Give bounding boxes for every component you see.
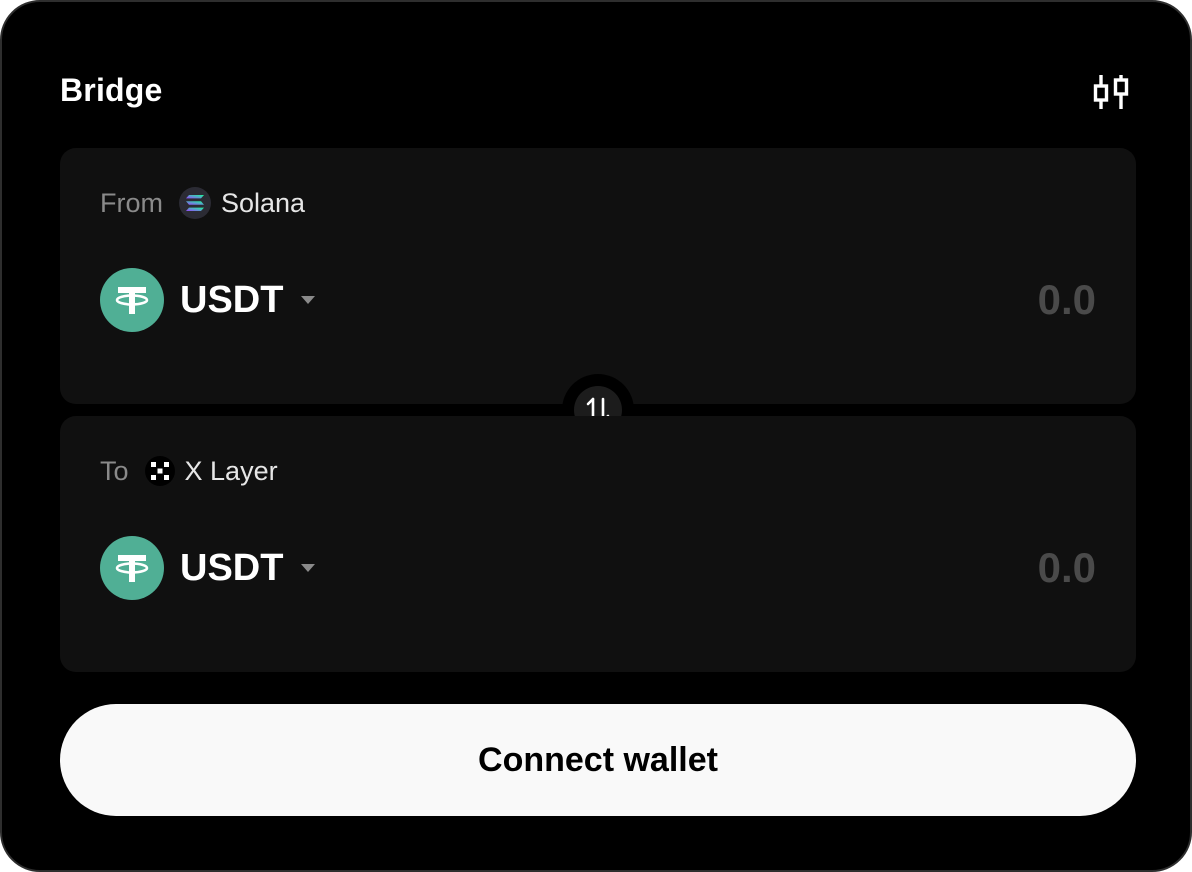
x-layer-icon: [144, 456, 175, 486]
to-amount-input[interactable]: [696, 542, 1096, 594]
connect-wallet-button[interactable]: Connect wallet: [60, 704, 1136, 816]
solana-icon: [179, 187, 211, 219]
to-label: To: [100, 455, 129, 486]
tether-icon: [100, 536, 164, 600]
tether-icon: [100, 268, 164, 332]
from-amount-input[interactable]: [696, 274, 1096, 326]
to-token-symbol: USDT: [180, 546, 284, 589]
from-token-selector[interactable]: USDT: [100, 268, 316, 332]
chevron-down-icon: [301, 296, 316, 304]
to-network-name: X Layer: [184, 455, 278, 486]
from-token-symbol: USDT: [180, 278, 284, 321]
page-title: Bridge: [60, 72, 163, 108]
from-label: From: [100, 187, 163, 218]
to-panel: To X Layer USDT 0.0: [60, 416, 1136, 672]
from-network-name: Solana: [221, 187, 306, 218]
from-panel: From Solana USDT 0.0: [60, 148, 1136, 404]
to-network-row: To X Layer: [100, 454, 278, 488]
from-network-selector[interactable]: Solana: [179, 187, 305, 219]
chevron-down-icon: [301, 564, 316, 572]
to-network-selector[interactable]: X Layer: [144, 455, 278, 487]
sliders-icon: [1093, 75, 1129, 109]
from-network-row: From Solana: [100, 186, 305, 220]
settings-button[interactable]: [1088, 70, 1134, 114]
to-token-selector[interactable]: USDT: [100, 536, 316, 600]
bridge-card: Bridge From Solana USDT 0.0 To X Layer U…: [0, 0, 1192, 872]
